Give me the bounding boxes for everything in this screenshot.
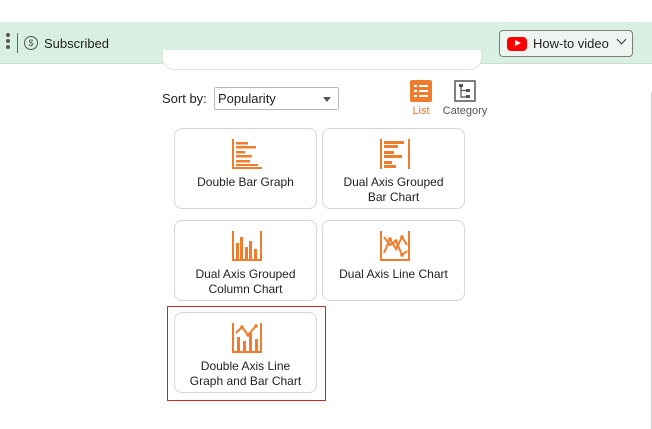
- double-bar-graph-icon: [232, 139, 262, 169]
- sort-by-select[interactable]: Popularity: [214, 87, 339, 110]
- dollar-icon: $: [24, 36, 38, 50]
- chart-card-label-line1: Double Bar Graph: [197, 175, 294, 189]
- chart-card-double-bar-graph[interactable]: Double Bar Graph: [174, 128, 317, 209]
- sort-by-value: Popularity: [218, 91, 276, 106]
- app-page: $ Subscribed How-to video Sort by: Popul…: [0, 0, 652, 429]
- chart-card-label: Dual Axis Grouped Column Chart: [179, 267, 312, 297]
- youtube-icon: [507, 36, 527, 51]
- chart-card-dual-axis-grouped-bar[interactable]: Dual Axis Grouped Bar Chart: [322, 128, 465, 209]
- chart-card-label-line1: Dual Axis Grouped: [343, 175, 444, 189]
- category-tree-icon: [454, 80, 476, 102]
- how-to-video-label: How-to video: [533, 36, 609, 51]
- chart-card-label-line2: Column Chart: [208, 282, 283, 296]
- chart-card-dual-axis-grouped-column[interactable]: Dual Axis Grouped Column Chart: [174, 220, 317, 301]
- view-list-label: List: [412, 105, 430, 117]
- chart-card-label-line1: Dual Axis Grouped: [195, 267, 296, 281]
- chart-card-label-line2: Bar Chart: [367, 190, 420, 204]
- view-category-label: Category: [442, 105, 488, 117]
- dual-axis-line-chart-icon: [380, 231, 410, 261]
- dual-axis-grouped-bar-icon: [380, 139, 410, 169]
- sort-by-label: Sort by:: [162, 91, 207, 106]
- subscribed-status: $ Subscribed: [24, 34, 109, 52]
- chart-card-label: Double Bar Graph: [179, 175, 312, 190]
- chart-card-label: Dual Axis Line Chart: [327, 267, 460, 282]
- chevron-down-icon: [616, 34, 627, 45]
- how-to-video-button[interactable]: How-to video: [499, 30, 633, 57]
- chart-card-label-line1: Dual Axis Line Chart: [339, 267, 448, 281]
- list-icon: [410, 80, 432, 102]
- search-box[interactable]: [162, 50, 482, 70]
- selection-highlight: [167, 306, 326, 401]
- view-category-button[interactable]: Category: [441, 80, 489, 117]
- divider: [17, 33, 18, 53]
- dual-axis-grouped-column-icon: [232, 231, 262, 261]
- chart-card-dual-axis-line[interactable]: Dual Axis Line Chart: [322, 220, 465, 301]
- subscribed-label: Subscribed: [44, 35, 110, 51]
- dropdown-arrow-icon: [323, 97, 331, 102]
- chart-card-label: Dual Axis Grouped Bar Chart: [327, 175, 460, 205]
- view-list-button[interactable]: List: [407, 80, 435, 117]
- more-options-icon[interactable]: [5, 33, 11, 53]
